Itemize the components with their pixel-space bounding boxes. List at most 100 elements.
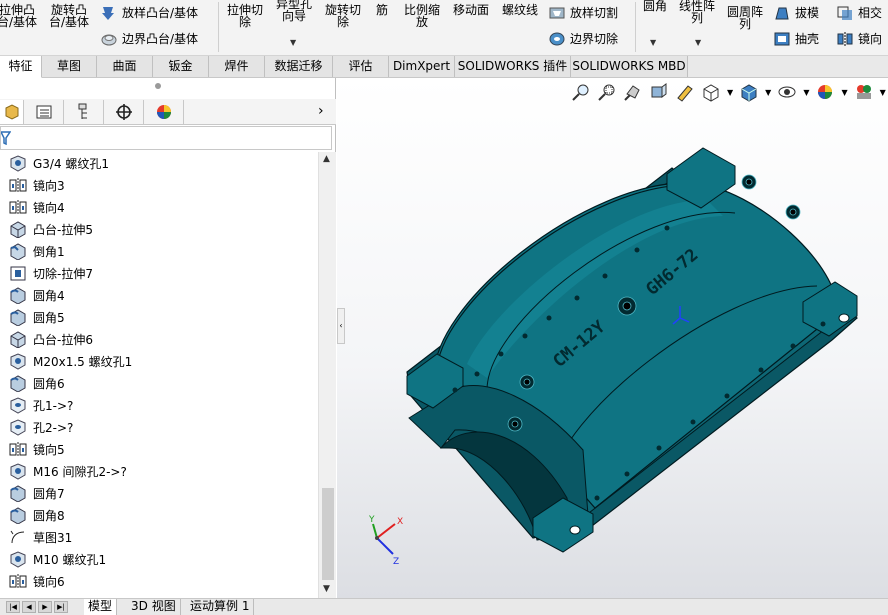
tab-display-manager[interactable]: [144, 100, 184, 124]
fillet-icon: [10, 507, 26, 524]
feature-tree-item[interactable]: 圆角8: [8, 504, 65, 526]
tab-property-manager[interactable]: [24, 100, 64, 124]
lofted-cut-button[interactable]: 放样切割: [548, 4, 618, 21]
tab-dimxpert[interactable]: DimXpert: [389, 56, 455, 77]
filter-icon: [1, 131, 11, 145]
graphics-area[interactable]: ‹ ▼ ▼ ▼ ▼ ▼ CM-12Y GH6-72 X Y Z: [337, 78, 888, 600]
linear-pattern-dropdown-icon[interactable]: ▼: [695, 38, 701, 47]
last-tab-icon[interactable]: ▶|: [54, 601, 68, 613]
feature-tree-item[interactable]: 镜向6: [8, 570, 65, 592]
hole-wizard-label-2: 向导: [281, 9, 306, 23]
command-manager-ribbon: 拉伸凸 台/基体 旋转凸 台/基体 放样凸台/基体 边界凸台/基体 拉伸切 除 …: [0, 0, 888, 56]
prev-tab-icon[interactable]: ◀: [22, 601, 36, 613]
feature-tree-item-label: M10 螺纹孔1: [33, 552, 107, 567]
feature-tree-item[interactable]: M20x1.5 螺纹孔1: [8, 350, 132, 372]
ribbon-separator: [218, 2, 219, 52]
lofted-boss-label: 放样凸台/基体: [122, 6, 199, 20]
scrollbar-thumb[interactable]: [322, 488, 334, 580]
tab-configuration-manager[interactable]: [64, 100, 104, 124]
feature-tree-item[interactable]: M16 间隙孔2->?: [8, 460, 127, 482]
revolved-cut-button[interactable]: 旋转切 除: [320, 4, 366, 28]
extruded-cut-button[interactable]: 拉伸切 除: [222, 4, 268, 28]
triad-x-label: X: [397, 517, 403, 527]
tree-scrollbar[interactable]: ▲ ▼: [318, 152, 336, 600]
tab-solidworks-mbd[interactable]: SOLIDWORKS MBD: [571, 56, 688, 77]
lofted-cut-label: 放样切割: [570, 6, 619, 20]
feature-manager-icon: [5, 104, 18, 120]
first-tab-icon[interactable]: |◀: [6, 601, 20, 613]
view-triad: X Y Z: [368, 515, 403, 567]
tab-surfaces[interactable]: 曲面: [97, 56, 153, 77]
hole-wizard-button[interactable]: 异型孔 向导: [271, 0, 317, 22]
tab-feature-manager[interactable]: [0, 100, 24, 124]
boundary-boss-button[interactable]: 边界凸台/基体: [100, 30, 198, 47]
property-manager-icon: [36, 105, 51, 119]
tab-3d-view[interactable]: 3D 视图: [127, 599, 181, 615]
tab-evaluate[interactable]: 评估: [333, 56, 389, 77]
feature-tree-item[interactable]: 圆角5: [8, 306, 65, 328]
tab-sketch[interactable]: 草图: [42, 56, 97, 77]
draft-button[interactable]: 拔模: [773, 4, 819, 21]
shell-label: 抽壳: [795, 32, 820, 46]
feature-tree-item[interactable]: 倒角1: [8, 240, 65, 262]
feature-tree-item-label: 凸台-拉伸5: [33, 222, 93, 237]
linear-pattern-button[interactable]: 线性阵 列: [674, 0, 720, 24]
feature-tree-item[interactable]: 切除-拉伸7: [8, 262, 93, 284]
feature-tree-item[interactable]: 孔1->?: [8, 394, 73, 416]
feature-tree-item-label: 倒角1: [33, 244, 65, 259]
part-model[interactable]: CM-12Y GH6-72 X Y Z: [337, 78, 888, 600]
tab-solidworks-addins[interactable]: SOLIDWORKS 插件: [455, 56, 571, 77]
hole-wizard-icon: [10, 155, 26, 172]
extruded-boss-button[interactable]: 拉伸凸 台/基体: [0, 4, 40, 28]
tab-sheet-metal[interactable]: 钣金: [153, 56, 209, 77]
intersect-button[interactable]: 相交: [836, 4, 882, 21]
feature-tree-item-label: M16 间隙孔2->?: [33, 464, 127, 479]
feature-tree-item[interactable]: 圆角7: [8, 482, 65, 504]
feature-tree-item-label: 凸台-拉伸6: [33, 332, 93, 347]
tab-features[interactable]: 特征: [0, 56, 42, 78]
panel-grip[interactable]: [155, 83, 161, 89]
next-tab-icon[interactable]: ▶: [38, 601, 52, 613]
tab-weldments[interactable]: 焊件: [209, 56, 265, 77]
feature-tree-item[interactable]: 凸台-拉伸5: [8, 218, 93, 240]
tab-model[interactable]: 模型: [84, 599, 118, 615]
tab-motion-study-1[interactable]: 运动算例 1: [186, 599, 255, 615]
scroll-up-icon[interactable]: ▲: [323, 154, 330, 164]
scale-button[interactable]: 比例缩 放: [398, 4, 446, 28]
feature-tree-item[interactable]: M10 螺纹孔1: [8, 548, 106, 570]
feature-tree-item[interactable]: 草图31: [8, 526, 72, 548]
revolved-boss-button[interactable]: 旋转凸 台/基体: [46, 4, 92, 28]
thread-button[interactable]: 螺纹线: [497, 4, 543, 16]
tab-data-migration[interactable]: 数据迁移: [265, 56, 333, 77]
tree-filter[interactable]: [0, 126, 332, 150]
feature-tree-item[interactable]: 凸台-拉伸6: [8, 328, 93, 350]
command-tabs: 特征 草图 曲面 钣金 焊件 数据迁移 评估 DimXpert SOLIDWOR…: [0, 56, 888, 78]
fillet-icon: [10, 485, 26, 502]
rib-button[interactable]: 筋: [368, 4, 396, 16]
feature-tree-item[interactable]: 圆角6: [8, 372, 65, 394]
boundary-cut-button[interactable]: 边界切除: [548, 30, 618, 47]
feature-tree-item[interactable]: 镜向4: [8, 196, 65, 218]
move-face-label: 移动面: [452, 3, 489, 17]
hole-wizard-icon: [10, 353, 26, 370]
feature-tree-item[interactable]: 镜向5: [8, 438, 65, 460]
feature-tree-item-label: 镜向3: [33, 178, 65, 193]
feature-tree-item-label: 镜向6: [33, 574, 65, 589]
feature-tree-item[interactable]: 孔2->?: [8, 416, 73, 438]
move-face-button[interactable]: 移动面: [448, 4, 494, 16]
mirror-button[interactable]: 镜向: [836, 30, 882, 47]
chevron-right-icon[interactable]: ›: [318, 103, 324, 119]
lofted-boss-button[interactable]: 放样凸台/基体: [100, 4, 198, 21]
feature-tree-item[interactable]: 镜向3: [8, 174, 65, 196]
shell-button[interactable]: 抽壳: [773, 30, 819, 47]
hole-wizard-dropdown-icon[interactable]: ▼: [290, 38, 296, 47]
circular-pattern-button[interactable]: 圆周阵 列: [722, 6, 768, 30]
rib-label: 筋: [375, 3, 388, 17]
fillet-button[interactable]: 圆角: [638, 0, 672, 12]
feature-tree-item[interactable]: 圆角4: [8, 284, 65, 306]
feature-tree-item[interactable]: G3/4 螺纹孔1: [8, 152, 109, 174]
scroll-down-icon[interactable]: ▼: [323, 584, 330, 594]
tab-dimxpert-manager[interactable]: [104, 100, 144, 124]
fillet-dropdown-icon[interactable]: ▼: [650, 38, 656, 47]
crosshair-icon: [115, 104, 132, 120]
